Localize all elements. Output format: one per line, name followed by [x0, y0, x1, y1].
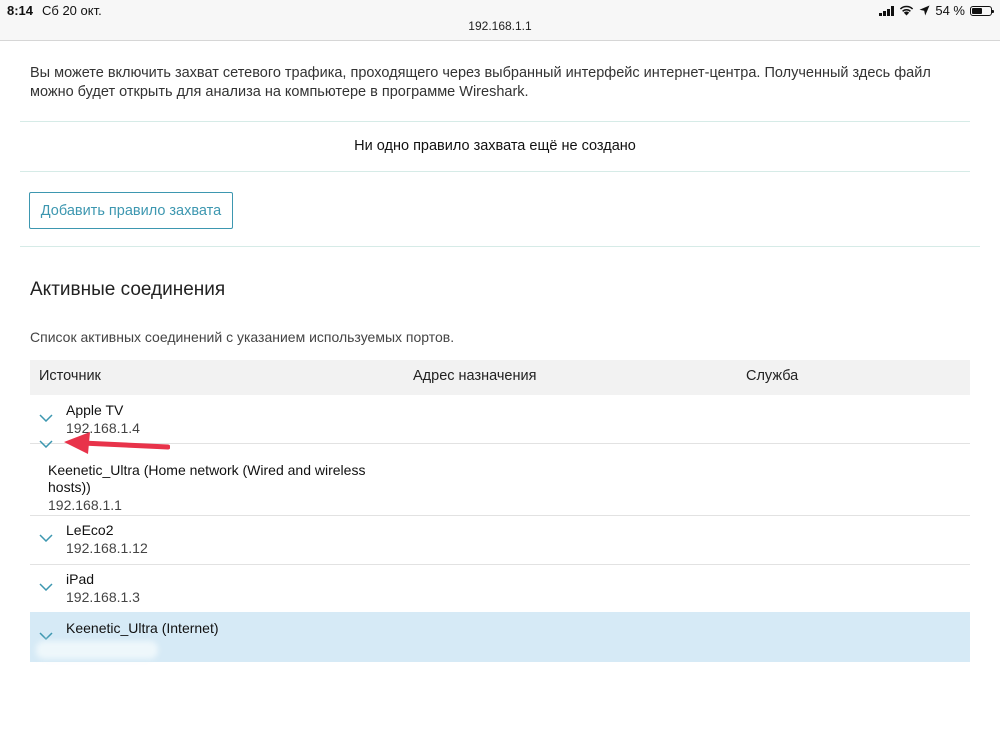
connection-name: Keenetic_Ultra (Internet): [66, 620, 219, 636]
divider: [20, 171, 970, 172]
battery-icon: [970, 5, 994, 16]
address-bar[interactable]: 192.168.1.1: [0, 19, 1000, 33]
wifi-icon: [900, 5, 914, 16]
annotation-arrow-icon: [64, 432, 170, 454]
section-description: Список активных соединений с указанием и…: [30, 329, 455, 345]
redacted-ip: [36, 641, 158, 659]
capture-intro-text: Вы можете включить захват сетевого трафи…: [30, 65, 931, 100]
connection-ip: 192.168.1.1: [48, 497, 122, 513]
table-row[interactable]: Keenetic_Ultra (Home network (Wired and …: [30, 440, 970, 516]
divider: [20, 121, 970, 122]
column-header-service[interactable]: Служба: [746, 368, 798, 384]
status-bar: 8:14 Сб 20 окт. 192.168.1.1 54 %: [0, 0, 1000, 41]
connection-name: Apple TV: [66, 402, 124, 418]
chevron-down-icon[interactable]: [39, 632, 53, 640]
empty-rules-note: Ни одно правило захвата ещё не создано: [354, 138, 636, 154]
table-row[interactable]: Apple TV 192.168.1.4: [30, 395, 970, 444]
clock: 8:14: [7, 3, 34, 18]
table-header: Источник Адрес назначения Служба: [30, 360, 970, 395]
chevron-down-icon[interactable]: [39, 534, 53, 542]
chevron-down-icon[interactable]: [39, 583, 53, 591]
divider: [20, 246, 980, 247]
column-header-destination[interactable]: Адрес назначения: [413, 368, 536, 384]
status-icons: 54 %: [879, 3, 994, 18]
table-row[interactable]: LeEco2 192.168.1.12: [30, 516, 970, 565]
column-header-source[interactable]: Источник: [39, 368, 101, 384]
location-arrow-icon: [919, 5, 930, 16]
add-capture-rule-button[interactable]: Добавить правило захвата: [29, 192, 233, 229]
battery-percent: 54 %: [935, 3, 965, 18]
cellular-signal-icon: [879, 5, 895, 16]
connection-ip: 192.168.1.3: [66, 589, 140, 605]
section-title: Активные соединения: [30, 279, 226, 300]
date: Сб 20 окт.: [42, 3, 102, 18]
chevron-down-icon[interactable]: [39, 414, 53, 422]
connection-name: LeEco2: [66, 522, 114, 538]
table-row-selected[interactable]: Keenetic_Ultra (Internet): [30, 612, 970, 662]
connection-ip: 192.168.1.12: [66, 540, 148, 556]
table-row[interactable]: iPad 192.168.1.3: [30, 565, 970, 612]
chevron-down-icon[interactable]: [39, 440, 53, 448]
connection-name: Keenetic_Ultra (Home network (Wired and …: [48, 462, 366, 495]
connection-name: iPad: [66, 571, 95, 587]
